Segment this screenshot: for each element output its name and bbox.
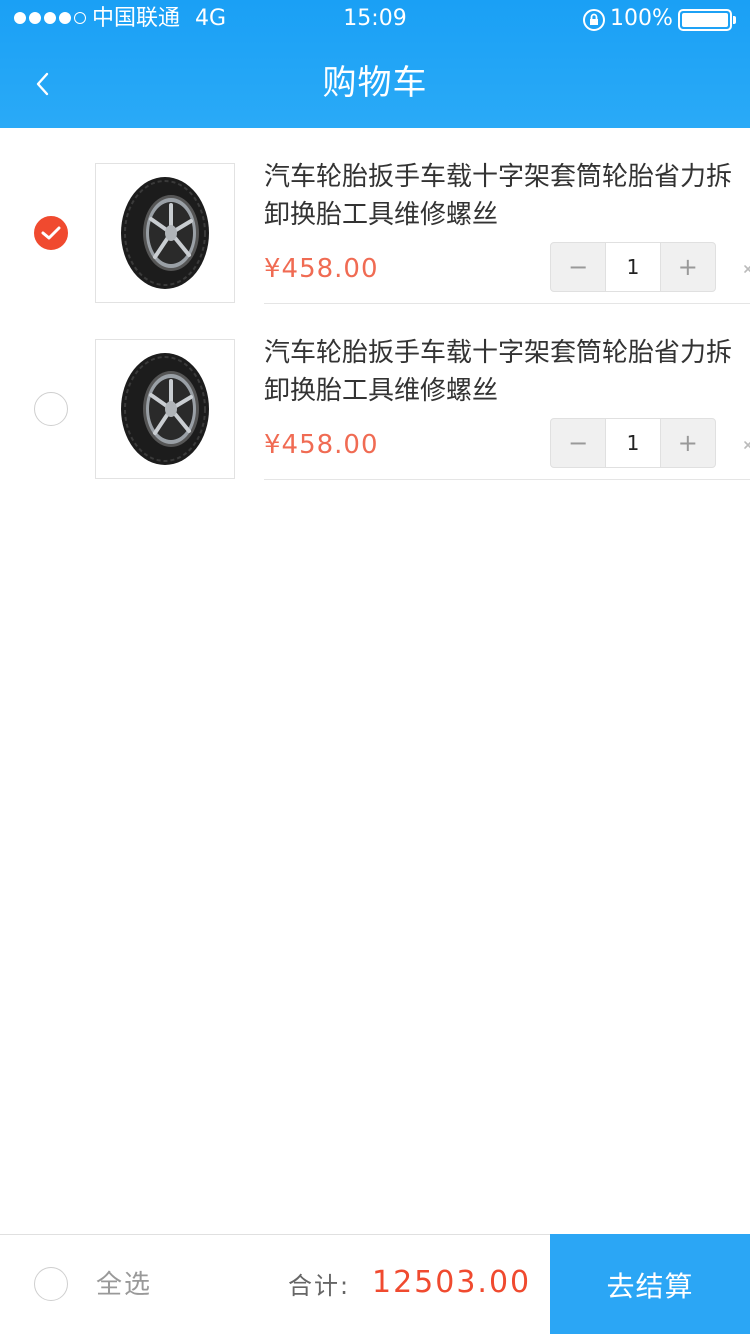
increase-quantity-button[interactable]: +: [661, 419, 715, 467]
tire-image: [121, 177, 209, 289]
item-divider: [264, 479, 750, 480]
close-icon[interactable]: [742, 439, 750, 451]
checkmark-icon: [41, 226, 61, 240]
select-all-checkbox[interactable]: [34, 1267, 68, 1301]
tire-image: [121, 353, 209, 465]
product-title[interactable]: 汽车轮胎扳手车载十字架套筒轮胎省力拆卸换胎工具维修螺丝: [264, 334, 744, 410]
battery-icon: [678, 9, 736, 31]
item-checkbox[interactable]: [34, 392, 68, 426]
cart-item: 汽车轮胎扳手车载十字架套筒轮胎省力拆卸换胎工具维修螺丝 ¥458.00 − 1 …: [0, 128, 750, 304]
product-thumbnail[interactable]: [95, 163, 235, 303]
app-header: 中国联通 4G 15:09 100% 购物车: [0, 0, 750, 128]
product-title[interactable]: 汽车轮胎扳手车载十字架套筒轮胎省力拆卸换胎工具维修螺丝: [264, 158, 744, 234]
quantity-input[interactable]: 1: [605, 419, 661, 467]
quantity-stepper: − 1 +: [550, 418, 716, 468]
page-title: 购物车: [322, 63, 428, 103]
product-price: ¥458.00: [264, 430, 379, 460]
nav-bar: 购物车: [0, 40, 750, 128]
total-amount: 12503.00: [372, 1265, 532, 1300]
decrease-quantity-button[interactable]: −: [551, 243, 605, 291]
product-price: ¥458.00: [264, 254, 379, 284]
item-checkbox[interactable]: [34, 216, 68, 250]
cart-footer: 全选 合计: 12503.00 去结算: [0, 1234, 750, 1334]
quantity-stepper: − 1 +: [550, 242, 716, 292]
product-thumbnail[interactable]: [95, 339, 235, 479]
rotation-lock-icon: [583, 9, 605, 31]
checkout-button[interactable]: 去结算: [550, 1234, 750, 1334]
quantity-input[interactable]: 1: [605, 243, 661, 291]
cart-list: 汽车轮胎扳手车载十字架套筒轮胎省力拆卸换胎工具维修螺丝 ¥458.00 − 1 …: [0, 128, 750, 480]
decrease-quantity-button[interactable]: −: [551, 419, 605, 467]
select-all-label[interactable]: 全选: [96, 1267, 152, 1303]
close-icon[interactable]: [742, 263, 750, 275]
battery-percentage: 100%: [610, 6, 673, 31]
status-bar: 中国联通 4G 15:09 100%: [0, 0, 750, 40]
total-label: 合计:: [288, 1272, 351, 1300]
cart-item: 汽车轮胎扳手车载十字架套筒轮胎省力拆卸换胎工具维修螺丝 ¥458.00 − 1 …: [0, 304, 750, 480]
increase-quantity-button[interactable]: +: [661, 243, 715, 291]
